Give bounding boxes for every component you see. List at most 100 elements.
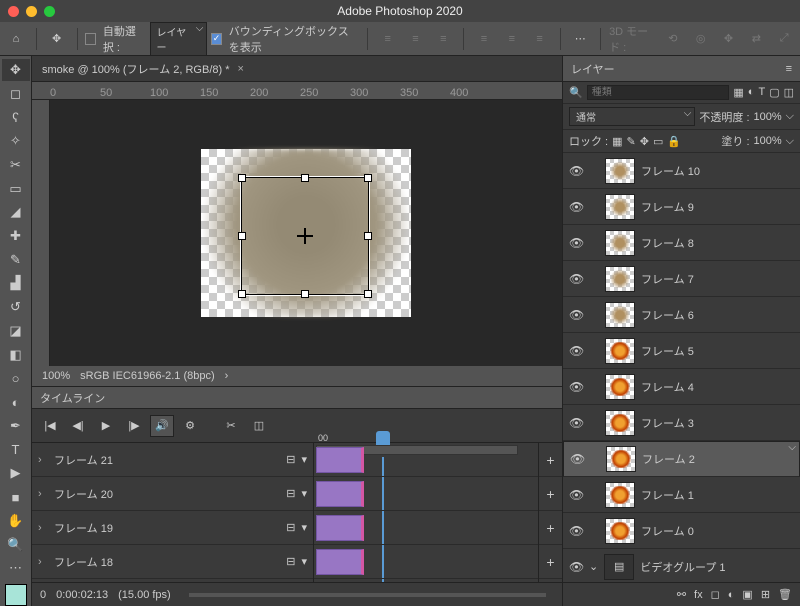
layer-thumbnail[interactable] xyxy=(605,374,635,400)
group-thumbnail[interactable]: ▤ xyxy=(604,554,634,580)
timeline-track[interactable]: ›フレーム 20⊟▾ xyxy=(32,477,313,511)
auto-select-checkbox[interactable] xyxy=(85,33,96,45)
visibility-icon[interactable]: 👁 xyxy=(570,452,584,466)
track-caret-icon[interactable]: › xyxy=(38,488,48,500)
visibility-icon[interactable]: 👁 xyxy=(569,308,583,322)
track-caret-icon[interactable]: › xyxy=(38,556,48,568)
adjustment-layer-icon[interactable]: ◐ xyxy=(728,589,735,601)
frame-number[interactable]: 0 xyxy=(40,589,46,601)
document-tab[interactable]: smoke @ 100% (フレーム 2, RGB/8) * × xyxy=(32,56,562,82)
visibility-icon[interactable]: 👁 xyxy=(569,524,583,538)
layer-row[interactable]: 👁フレーム 4 xyxy=(563,369,800,405)
blend-mode-select[interactable]: 通常 xyxy=(569,107,695,126)
layer-mask-icon[interactable]: ◻ xyxy=(711,588,720,601)
ruler-vertical[interactable] xyxy=(32,100,50,386)
canvas-stage[interactable] xyxy=(50,100,562,366)
visibility-icon[interactable]: 👁 xyxy=(569,416,583,430)
3d-zoom-icon[interactable]: ⤢ xyxy=(772,26,796,52)
timeline-zoom-slider[interactable] xyxy=(189,593,546,597)
visibility-icon[interactable]: 👁 xyxy=(569,380,583,394)
gradient-tool[interactable]: ◧ xyxy=(2,344,30,366)
layer-row[interactable]: 👁フレーム 8 xyxy=(563,225,800,261)
panel-menu-icon[interactable]: ≡ xyxy=(786,63,792,75)
type-tool[interactable]: T xyxy=(2,439,30,461)
lock-all-icon[interactable]: 🔒 xyxy=(667,135,681,148)
video-clip[interactable] xyxy=(316,549,364,575)
align-middle-icon[interactable]: ≡ xyxy=(500,26,524,52)
home-icon[interactable]: ⌂ xyxy=(4,26,28,52)
dodge-tool[interactable]: ◐ xyxy=(2,391,30,413)
layer-row[interactable]: 👁フレーム 6 xyxy=(563,297,800,333)
handle-bottom-right[interactable] xyxy=(364,290,372,298)
3d-slide-icon[interactable]: ⇄ xyxy=(744,26,768,52)
visibility-icon[interactable]: 👁 xyxy=(569,200,583,214)
handle-top-mid[interactable] xyxy=(301,174,309,182)
layer-row[interactable]: 👁フレーム 1 xyxy=(563,477,800,513)
visibility-icon[interactable]: 👁 xyxy=(569,344,583,358)
magic-wand-tool[interactable]: ✧ xyxy=(2,130,30,152)
track-caret-icon[interactable]: › xyxy=(38,522,48,534)
path-tool[interactable]: ▶ xyxy=(2,462,30,484)
track-props-icon[interactable]: ⊟ xyxy=(286,453,295,466)
layer-row[interactable]: 👁フレーム 9 xyxy=(563,189,800,225)
play-button[interactable]: ▶ xyxy=(94,415,118,437)
split-clip-button[interactable]: ✂ xyxy=(219,415,243,437)
timeline-settings-icon[interactable]: ⚙ xyxy=(178,415,202,437)
group-caret-icon[interactable]: ⌄ xyxy=(589,560,598,573)
fill-caret-icon[interactable]: ⌵ xyxy=(786,135,794,148)
handle-bottom-left[interactable] xyxy=(238,290,246,298)
add-clip-button[interactable]: + xyxy=(539,443,562,477)
lasso-tool[interactable]: ʕ xyxy=(2,106,30,128)
3d-pan-icon[interactable]: ✥ xyxy=(717,26,741,52)
video-clip[interactable] xyxy=(316,481,364,507)
3d-roll-icon[interactable]: ◎ xyxy=(689,26,713,52)
transform-bounding-box[interactable] xyxy=(241,177,369,295)
ruler-horizontal[interactable]: 050100150200250300350400 xyxy=(32,82,562,100)
hand-tool[interactable]: ✋ xyxy=(2,510,30,532)
layer-thumbnail[interactable] xyxy=(605,266,635,292)
edit-toolbar-icon[interactable]: ⋯ xyxy=(2,557,30,579)
timeline-track[interactable]: ›フレーム 18⊟▾ xyxy=(32,545,313,579)
timeline-track[interactable]: ›フレーム 21⊟▾ xyxy=(32,443,313,477)
layer-thumbnail[interactable] xyxy=(606,446,636,472)
add-clip-button[interactable]: + xyxy=(539,511,562,545)
new-group-icon[interactable]: ▣ xyxy=(742,588,752,601)
auto-select-target[interactable]: レイヤー xyxy=(150,22,208,56)
add-clip-button[interactable]: + xyxy=(539,477,562,511)
visibility-icon[interactable]: 👁 xyxy=(569,560,583,574)
layer-thumbnail[interactable] xyxy=(605,518,635,544)
zoom-tool[interactable]: 🔍 xyxy=(2,534,30,556)
layer-thumbnail[interactable] xyxy=(605,410,635,436)
align-top-icon[interactable]: ≡ xyxy=(472,26,496,52)
fps-display[interactable]: (15.00 fps) xyxy=(118,589,171,601)
fill-value[interactable]: 100% xyxy=(754,135,782,147)
visibility-icon[interactable]: 👁 xyxy=(569,236,583,250)
color-profile[interactable]: sRGB IEC61966-2.1 (8bpc) xyxy=(80,370,215,382)
layer-row[interactable]: 👁フレーム 5 xyxy=(563,333,800,369)
layer-row[interactable]: 👁フレーム 3 xyxy=(563,405,800,441)
layer-thumbnail[interactable] xyxy=(605,482,635,508)
layer-row[interactable]: 👁フレーム 7 xyxy=(563,261,800,297)
eyedropper-tool[interactable]: ◢ xyxy=(2,201,30,223)
artboard[interactable] xyxy=(201,149,411,317)
opacity-value[interactable]: 100% xyxy=(754,111,782,123)
pen-tool[interactable]: ✒ xyxy=(2,415,30,437)
track-props-icon[interactable]: ⊟ xyxy=(286,487,295,500)
filter-adjust-icon[interactable]: ◐ xyxy=(748,86,755,99)
handle-top-right[interactable] xyxy=(364,174,372,182)
delete-layer-icon[interactable]: 🗑 xyxy=(778,588,792,601)
track-menu-icon[interactable]: ▾ xyxy=(301,521,307,534)
track-menu-icon[interactable]: ▾ xyxy=(301,453,307,466)
layer-thumbnail[interactable] xyxy=(605,158,635,184)
lock-transparent-icon[interactable]: ▦ xyxy=(612,135,622,148)
eraser-tool[interactable]: ◪ xyxy=(2,320,30,342)
align-bottom-icon[interactable]: ≡ xyxy=(528,26,552,52)
track-props-icon[interactable]: ⊟ xyxy=(286,555,295,568)
status-caret-icon[interactable]: › xyxy=(225,370,229,382)
lock-artboard-icon[interactable]: ▭ xyxy=(653,135,663,148)
3d-orbit-icon[interactable]: ⟲ xyxy=(661,26,685,52)
align-right-icon[interactable]: ≡ xyxy=(431,26,455,52)
filter-type-icon[interactable]: T xyxy=(758,86,765,99)
history-brush-tool[interactable]: ↺ xyxy=(2,296,30,318)
visibility-icon[interactable]: 👁 xyxy=(569,272,583,286)
